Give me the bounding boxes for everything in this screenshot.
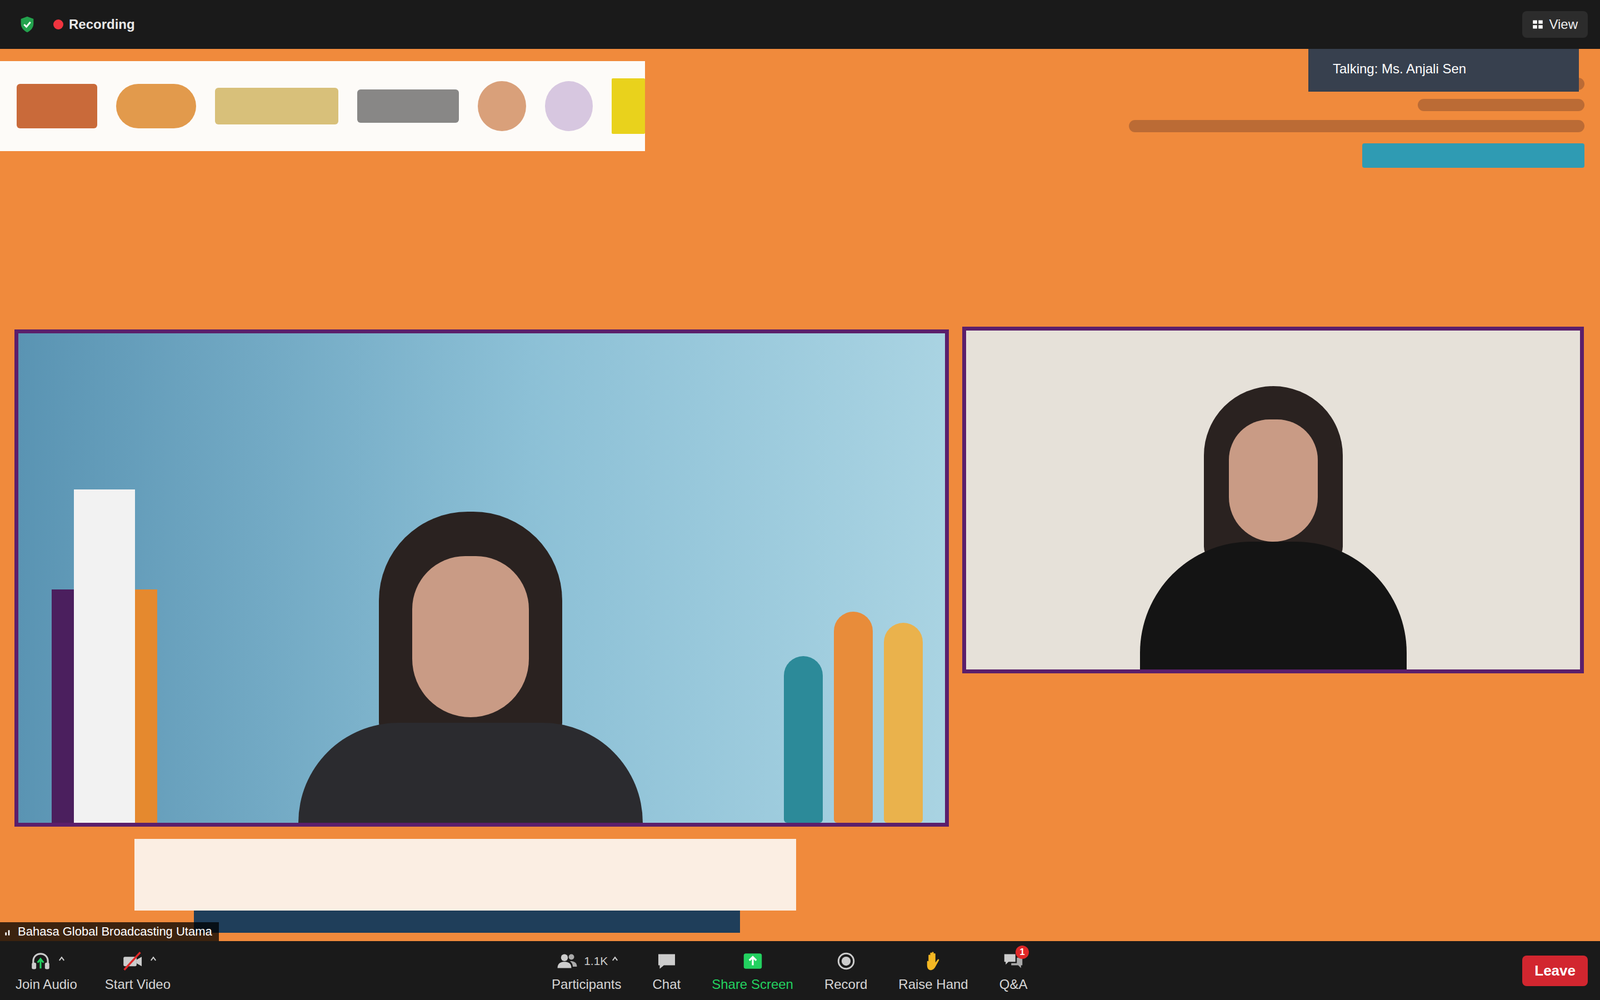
leave-button[interactable]: Leave [1522,955,1588,987]
headphones-icon [26,949,55,973]
toolbar-button[interactable]: Chat [647,948,685,993]
top-bar: Recording View [0,0,1600,49]
share-screen-icon [739,950,767,973]
participants-icon [553,950,581,973]
meeting-toolbar: Join Audio Start Video 1.1KParticipants Cha… [0,941,1600,1000]
speaker-video [14,329,949,827]
sign-language-video [962,326,1584,674]
chat-icon [653,950,680,973]
logo-strip [0,61,645,152]
shield-icon[interactable] [17,15,37,34]
toolbar-button[interactable]: 1.1KParticipants [547,948,626,993]
toolbar-button[interactable]: Raise Hand [893,948,973,993]
participant-count: 1.1K [583,954,608,968]
signal-icon [4,927,14,937]
camera-icon [118,949,147,973]
name-plate [134,838,797,911]
participant-name-label: Bahasa Global Broadcasting Utama [0,922,219,942]
toolbar-button[interactable]: Record [820,948,872,993]
grid-icon [1532,18,1544,30]
view-button[interactable]: View [1522,11,1588,38]
shared-video: Bahasa Global Broadcasting Utama [0,48,1600,942]
caret-icon[interactable] [611,955,619,963]
caret-icon[interactable] [149,955,158,963]
toolbar-button[interactable]: Join Audio [11,948,82,993]
record-icon [832,950,860,973]
notification-badge: 1 [1015,945,1029,959]
talking-indicator: Talking: Ms. Anjali Sen [1308,48,1579,92]
caret-icon[interactable] [57,955,66,963]
zoom-window: Recording View Bahasa Global Broadcasting … [0,0,1600,1000]
recording-indicator: Recording [53,16,135,33]
raised-hand-icon [920,950,947,973]
toolbar-button[interactable]: 1Q&A [995,948,1033,993]
title-strip [193,910,740,933]
recording-dot-icon [53,19,64,30]
toolbar-button[interactable]: Start Video [100,948,175,993]
toolbar-button[interactable]: Share Screen [707,948,798,993]
